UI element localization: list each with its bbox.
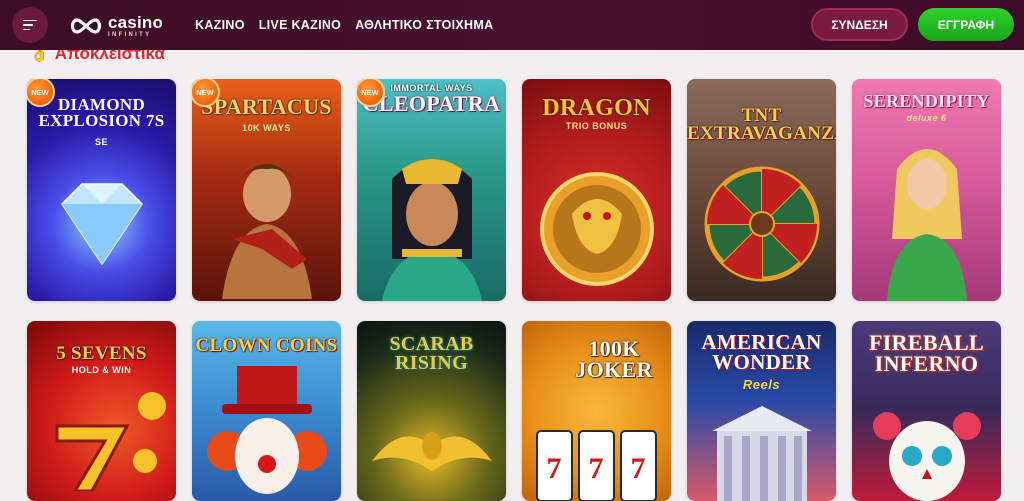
game-title: Serendipity <box>863 91 990 111</box>
woman-illustration <box>887 149 967 301</box>
hamburger-menu-button[interactable] <box>12 7 48 43</box>
main-nav: ΚΑΖΙΝΟ LIVE ΚΑΖΙΝΟ ΑΘΛΗΤΙΚΟ ΣΤΟΙΧΗΜΑ <box>195 0 493 50</box>
seven-symbol-icon <box>55 392 166 491</box>
game-tile-tnt-extravaganza[interactable]: TNT Extravaganza <box>687 79 836 301</box>
game-tile-dragon[interactable]: Dragon TRIO BONUS <box>522 79 671 301</box>
game-tile-cleopatra[interactable]: NEW IMMORTAL WAYS Cleopatra <box>357 79 506 301</box>
game-tile-clown-coins[interactable]: Clown Coins <box>192 321 341 501</box>
game-title: Clown Coins <box>195 335 338 356</box>
game-tile-diamond-explosion[interactable]: NEW Diamond Explosion 7s SE <box>27 79 176 301</box>
dragon-medallion-icon <box>540 172 654 286</box>
game-title: 5 Sevens <box>56 343 147 364</box>
login-button[interactable]: ΣΥΝΔΕΣΗ <box>811 8 908 41</box>
menu-icon <box>23 19 37 31</box>
register-button[interactable]: ΕΓΓΡΑΦΗ <box>918 8 1014 41</box>
nav-sports-betting[interactable]: ΑΘΛΗΤΙΚΟ ΣΤΟΙΧΗΜΑ <box>355 18 493 32</box>
scarab-icon <box>372 432 492 471</box>
game-subtitle: 10K WAYS <box>242 123 291 133</box>
prize-wheel-icon <box>704 166 820 282</box>
warrior-illustration <box>222 164 312 299</box>
game-title: 100K Joker <box>575 336 653 382</box>
game-tile-scarab-rising[interactable]: Scarab Rising <box>357 321 506 501</box>
nav-live-casino[interactable]: LIVE ΚΑΖΙΝΟ <box>259 18 341 32</box>
capitol-building-icon <box>712 406 812 501</box>
slot-reels-icon: 7 7 7 <box>536 430 657 501</box>
game-subtitle: TRIO BONUS <box>565 121 628 131</box>
game-title: Fireball Inferno <box>869 330 984 376</box>
sugar-skull-icon <box>873 412 981 501</box>
nav-casino[interactable]: ΚΑΖΙΝΟ <box>195 18 245 32</box>
game-title: American Wonder <box>701 330 822 374</box>
top-header: casino INFINITY ΚΑΖΙΝΟ LIVE ΚΑΖΙΝΟ ΑΘΛΗΤ… <box>0 0 1024 50</box>
logo-word: casino <box>108 13 164 32</box>
game-subtitle: SE <box>94 137 108 147</box>
site-logo[interactable]: casino INFINITY <box>68 12 163 40</box>
logo-subtitle: INFINITY <box>108 32 152 38</box>
svg-text:7: 7 <box>547 452 562 485</box>
game-subtitle: Reels <box>742 377 781 392</box>
svg-text:7: 7 <box>631 452 646 485</box>
game-title: TNT Extravaganza <box>687 105 836 145</box>
diamond-icon <box>61 183 143 266</box>
game-tile-serendipity[interactable]: Serendipity deluxe 6 <box>852 79 1001 301</box>
game-subtitle: deluxe 6 <box>906 113 947 123</box>
game-title: Scarab Rising <box>389 333 474 374</box>
game-title: Dragon <box>542 95 651 121</box>
clown-illustration <box>207 366 327 494</box>
game-tile-100k-joker[interactable]: 7 7 7 100K Joker <box>522 321 671 501</box>
game-tile-5-sevens[interactable]: 5 Sevens HOLD & WIN <box>27 321 176 501</box>
game-tile-spartacus[interactable]: NEW Spartacus 10K WAYS <box>192 79 341 301</box>
svg-text:7: 7 <box>589 452 604 485</box>
game-subtitle: HOLD & WIN <box>71 365 132 375</box>
game-tile-american-wonder[interactable]: American Wonder Reels <box>687 321 836 501</box>
cleopatra-illustration <box>382 159 482 301</box>
infinity-logo-icon <box>70 18 102 34</box>
game-tile-fireball-inferno[interactable]: Fireball Inferno <box>852 321 1001 501</box>
